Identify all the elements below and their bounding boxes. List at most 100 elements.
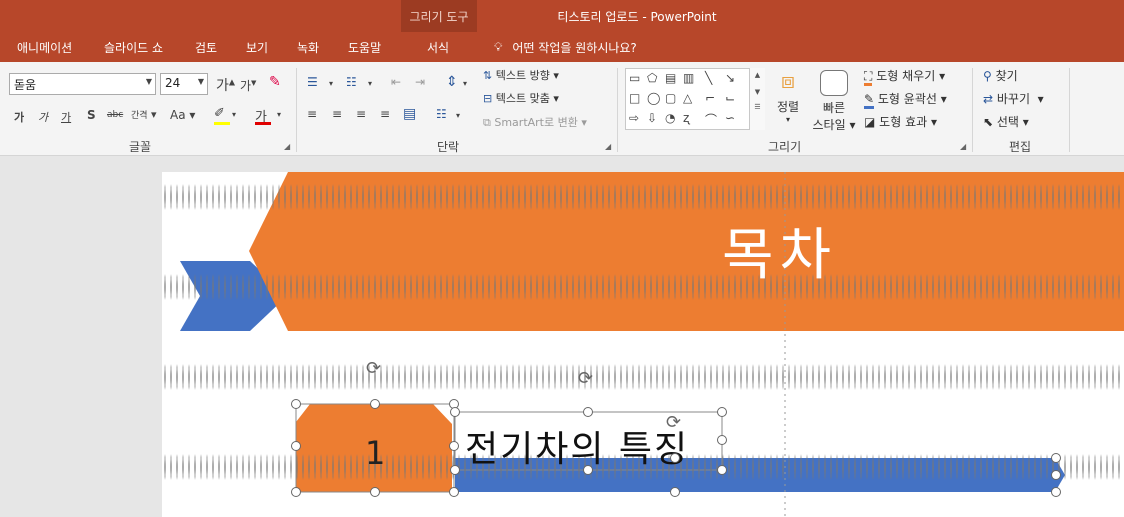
tell-me-box[interactable]: 💡︎ 어떤 작업을 원하시나요? <box>494 32 637 62</box>
align-right-icon[interactable]: ≡ <box>356 107 366 121</box>
shape-connector-icon[interactable]: ⌐ <box>705 91 715 105</box>
distributed-icon[interactable]: ▤ <box>403 106 416 122</box>
shrink-font-button[interactable]: 가▼ <box>240 77 256 94</box>
character-spacing-button[interactable]: 간격 ▾ <box>131 108 157 121</box>
tab-review[interactable]: 검토 <box>195 32 217 62</box>
grow-font-button[interactable]: 가▲ <box>216 75 235 95</box>
item-text[interactable]: 전기차의 특징 <box>465 420 689 472</box>
shape-arrow-line-icon[interactable]: ↘ <box>725 71 735 85</box>
clear-formatting-icon[interactable]: ✎ <box>269 74 281 90</box>
resize-handle[interactable] <box>291 399 301 409</box>
strikethrough-button[interactable]: abc <box>107 110 123 120</box>
resize-handle[interactable] <box>449 441 459 451</box>
chevron-down-icon[interactable]: ▼ <box>750 88 765 96</box>
resize-handle[interactable] <box>370 399 380 409</box>
tab-record[interactable]: 녹화 <box>297 32 319 62</box>
resize-handle[interactable] <box>717 435 727 445</box>
justify-icon[interactable]: ≡ <box>380 107 390 121</box>
shape-vertical-textbox-icon[interactable]: ▥ <box>683 71 694 85</box>
resize-handle[interactable] <box>1051 453 1061 463</box>
underline-button[interactable]: 가 <box>61 109 71 125</box>
shapes-gallery[interactable]: ▭ ⬠ ▤ ▥ ╲ ↘ □ ◯ ▢ △ ⌐ ⌙ ⇨ ⇩ ◔ ʐ ⌒ ∽ ▲ ▼ … <box>625 68 765 130</box>
quick-styles-button[interactable]: 빠른 스타일 ▾ <box>808 70 860 133</box>
shape-fill-button[interactable]: ⛶ 도형 채우기 ▾ <box>864 67 945 86</box>
align-center-icon[interactable]: ≡ <box>332 107 342 121</box>
font-size-combo[interactable]: 24 ▼ <box>160 73 208 95</box>
increase-indent-icon[interactable]: ⇥ <box>415 75 425 89</box>
shape-scribble-icon[interactable]: ʐ <box>683 111 689 125</box>
chevron-down-icon[interactable]: ▾ <box>456 111 460 120</box>
align-text-button[interactable]: ⊟ 텍스트 맞춤 ▾ <box>483 90 559 106</box>
gallery-more-icon[interactable]: ☰ <box>750 103 765 111</box>
font-dialog-launcher-icon[interactable]: ◢ <box>284 142 290 151</box>
tab-slide-show[interactable]: 슬라이드 쇼 <box>104 32 163 62</box>
convert-smartart-button[interactable]: ⧉ SmartArt로 변환 ▾ <box>483 114 587 130</box>
tab-view[interactable]: 보기 <box>246 32 268 62</box>
resize-handle[interactable] <box>450 465 460 475</box>
slide-title[interactable]: 목차 <box>722 210 837 291</box>
text-shadow-button[interactable]: S <box>87 108 96 122</box>
font-name-combo[interactable]: 돋움 ▼ <box>9 73 156 95</box>
find-button[interactable]: ⚲ 찾기 <box>983 67 1018 84</box>
drawing-dialog-launcher-icon[interactable]: ◢ <box>960 142 966 151</box>
shape-rounded-rect-icon[interactable]: ▭ <box>629 71 640 85</box>
resize-handle[interactable] <box>583 407 593 417</box>
numbering-icon[interactable]: ☷ <box>346 75 357 89</box>
resize-handle[interactable] <box>717 407 727 417</box>
resize-handle[interactable] <box>370 487 380 497</box>
rotate-handle-icon[interactable]: ⟳ <box>366 358 381 379</box>
shape-arc-icon[interactable]: ⌒ <box>705 111 717 128</box>
replace-button[interactable]: ⇄ 바꾸기 ▾ <box>983 90 1044 107</box>
item-number[interactable]: 1 <box>365 434 385 472</box>
decrease-indent-icon[interactable]: ⇤ <box>391 75 401 89</box>
resize-handle[interactable] <box>1051 487 1061 497</box>
highlight-color-button[interactable]: ✐ <box>214 106 230 125</box>
shape-elbow-icon[interactable]: ⌙ <box>725 91 735 105</box>
shape-pentagon-icon[interactable]: ⬠ <box>647 71 657 85</box>
shape-textbox-icon[interactable]: ▤ <box>665 71 676 85</box>
resize-handle[interactable] <box>1051 470 1061 480</box>
resize-handle[interactable] <box>583 465 593 475</box>
chevron-down-icon[interactable]: ▾ <box>277 110 281 119</box>
rotate-handle-icon[interactable]: ⟳ <box>578 368 593 389</box>
shape-outline-button[interactable]: ✎ 도형 윤곽선 ▾ <box>864 90 947 109</box>
shape-freeform-icon[interactable]: ◔ <box>665 111 675 125</box>
shape-rectangle-icon[interactable]: □ <box>629 91 640 105</box>
resize-handle[interactable] <box>291 487 301 497</box>
resize-handle[interactable] <box>291 441 301 451</box>
shape-line-icon[interactable]: ╲ <box>705 71 712 85</box>
paragraph-dialog-launcher-icon[interactable]: ◢ <box>605 142 611 151</box>
change-case-button[interactable]: Aa ▾ <box>170 108 195 122</box>
shape-curve-icon[interactable]: ∽ <box>725 111 735 125</box>
resize-handle[interactable] <box>670 487 680 497</box>
arrange-button[interactable]: ⧈ 정렬 ▾ <box>773 70 803 125</box>
chevron-down-icon[interactable]: ▾ <box>232 110 236 119</box>
chevron-down-icon[interactable]: ▾ <box>329 79 333 88</box>
resize-handle[interactable] <box>670 453 680 463</box>
select-button[interactable]: ⬉ 선택 ▾ <box>983 113 1029 130</box>
tab-format[interactable]: 서식 <box>427 32 449 62</box>
chevron-down-icon[interactable]: ▾ <box>463 79 467 88</box>
gallery-scroll[interactable]: ▲ ▼ ☰ <box>749 68 765 130</box>
shape-triangle-icon[interactable]: △ <box>683 91 692 105</box>
font-color-button[interactable]: 가 <box>255 106 271 125</box>
shape-right-arrow-icon[interactable]: ⇨ <box>629 111 639 125</box>
shape-oval-icon[interactable]: ◯ <box>647 91 660 105</box>
bold-button[interactable]: 가 <box>14 109 24 125</box>
tab-animations[interactable]: 애니메이션 <box>17 32 72 62</box>
chevron-down-icon[interactable]: ▾ <box>368 79 372 88</box>
resize-handle[interactable] <box>449 487 459 497</box>
text-direction-button[interactable]: ⇅ 텍스트 방향 ▾ <box>483 67 559 83</box>
resize-handle[interactable] <box>450 407 460 417</box>
resize-handle[interactable] <box>717 465 727 475</box>
columns-icon[interactable]: ☷ <box>436 107 447 121</box>
shape-down-arrow-icon[interactable]: ⇩ <box>647 111 657 125</box>
italic-button[interactable]: 가 <box>38 109 48 125</box>
shape-effects-button[interactable]: ◪ 도형 효과 ▾ <box>864 113 937 130</box>
chevron-up-icon[interactable]: ▲ <box>750 71 765 79</box>
align-left-icon[interactable]: ≡ <box>307 107 317 121</box>
line-spacing-icon[interactable]: ⇕ <box>446 74 458 90</box>
shape-rounded-rectangle-icon[interactable]: ▢ <box>665 91 676 105</box>
bullets-icon[interactable]: ☰ <box>307 75 318 89</box>
rotate-handle-icon[interactable]: ⟳ <box>666 412 681 433</box>
